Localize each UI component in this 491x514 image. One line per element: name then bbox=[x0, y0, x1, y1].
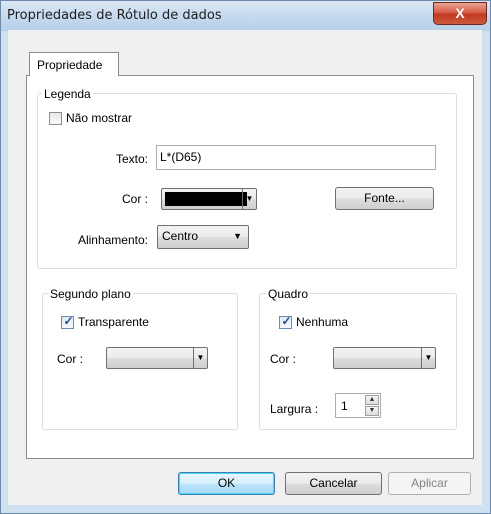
aplicar-button[interactable]: Aplicar bbox=[388, 472, 471, 495]
chevron-down-icon: ▼ bbox=[242, 189, 256, 209]
cancelar-button[interactable]: Cancelar bbox=[285, 472, 382, 495]
cancelar-button-label: Cancelar bbox=[309, 476, 358, 490]
alinhamento-label: Alinhamento: bbox=[77, 233, 148, 247]
group-legenda-label: Legenda bbox=[42, 87, 93, 101]
arrow-up-icon[interactable]: ▲ bbox=[365, 395, 379, 405]
fonte-button[interactable]: Fonte... bbox=[335, 187, 434, 210]
cor-label: Cor : bbox=[121, 192, 148, 206]
ok-button[interactable]: OK bbox=[178, 472, 275, 495]
cor-dropdown[interactable]: ▼ bbox=[161, 188, 257, 210]
window-title: Propriedades de Rótulo de dados bbox=[7, 8, 222, 23]
arrow-down-icon[interactable]: ▼ bbox=[365, 406, 379, 416]
quadro-cor-dropdown[interactable]: ▼ bbox=[333, 347, 436, 369]
color-swatch bbox=[165, 192, 247, 206]
nenhuma-label: Nenhuma bbox=[296, 315, 349, 329]
largura-value: 1 bbox=[341, 399, 348, 413]
transparente-label: Transparente bbox=[78, 315, 149, 329]
ok-button-label: OK bbox=[217, 476, 236, 490]
chevron-down-icon: ▼ bbox=[233, 231, 242, 241]
checkmark-icon: ✓ bbox=[281, 314, 292, 328]
fonte-button-label: Fonte... bbox=[364, 191, 405, 205]
tab-label: Propriedade bbox=[37, 58, 103, 72]
texto-label: Texto: bbox=[115, 152, 148, 166]
quadro-cor-label: Cor : bbox=[270, 352, 297, 366]
alinhamento-value: Centro bbox=[162, 229, 199, 243]
nenhuma-checkbox[interactable]: ✓ bbox=[279, 314, 292, 329]
group-quadro-label: Quadro bbox=[266, 287, 311, 301]
texto-value: L*(D65) bbox=[160, 150, 202, 164]
checkmark-icon: ✓ bbox=[63, 314, 74, 328]
segundo-plano-cor-dropdown[interactable]: ▼ bbox=[106, 347, 208, 369]
chevron-down-icon: ▼ bbox=[193, 348, 207, 368]
nao-mostrar-checkbox[interactable] bbox=[49, 112, 62, 125]
tab-propriedade[interactable]: Propriedade bbox=[29, 52, 119, 76]
group-segundo-plano-label: Segundo plano bbox=[48, 287, 133, 301]
close-icon: X bbox=[455, 5, 465, 21]
segundo-plano-cor-label: Cor : bbox=[57, 352, 84, 366]
title-bar[interactable]: Propriedades de Rótulo de dados X bbox=[1, 1, 490, 31]
transparente-checkbox[interactable]: ✓ bbox=[61, 314, 74, 329]
alinhamento-dropdown[interactable]: Centro ▼ bbox=[157, 225, 249, 249]
nao-mostrar-label: Não mostrar bbox=[66, 111, 133, 125]
close-button[interactable]: X bbox=[433, 2, 487, 25]
aplicar-button-label: Aplicar bbox=[411, 476, 448, 490]
texto-input[interactable]: L*(D65) bbox=[156, 145, 436, 170]
largura-spinner[interactable]: 1 ▲ ▼ bbox=[335, 393, 381, 418]
largura-label: Largura : bbox=[270, 402, 319, 416]
chevron-down-icon: ▼ bbox=[421, 348, 435, 368]
